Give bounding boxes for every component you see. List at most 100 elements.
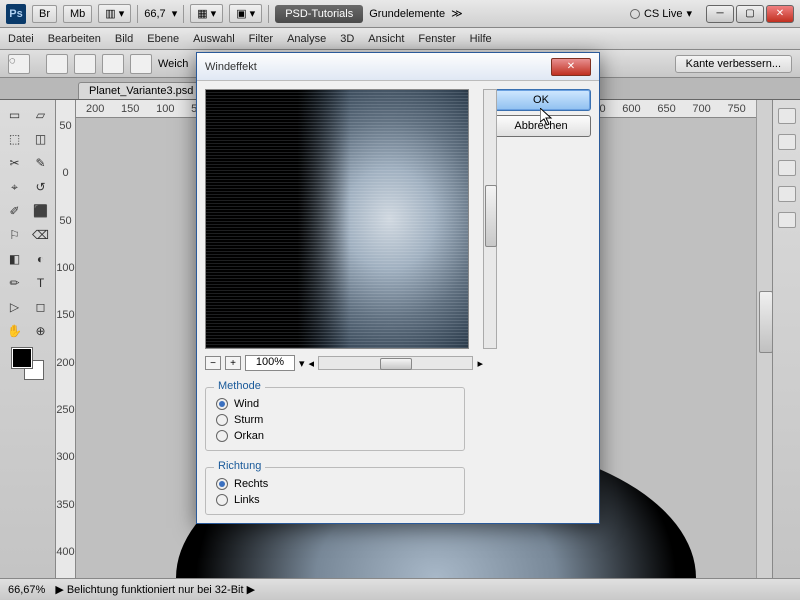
app-logo: Ps: [6, 4, 26, 24]
zoom-out-button[interactable]: −: [205, 356, 221, 370]
selection-intersect[interactable]: [130, 54, 152, 74]
layout-dropdown[interactable]: ▥ ▾: [98, 4, 131, 23]
tool-blur[interactable]: ◧: [3, 248, 27, 270]
dialog-body: − + 100% ▾ ◂ ▸ Methode Wind Sturm Orkan …: [197, 81, 599, 523]
screen-mode-button[interactable]: ▣ ▾: [229, 4, 262, 23]
dialog-close-button[interactable]: ✕: [551, 58, 591, 76]
cs-live-icon: [630, 9, 640, 19]
foreground-color[interactable]: [12, 348, 32, 368]
panel-icon-1[interactable]: [778, 108, 796, 124]
zoom-dropdown-icon[interactable]: ▾: [299, 357, 305, 370]
menu-bar: Datei Bearbeiten Bild Ebene Auswahl Filt…: [0, 28, 800, 50]
zoom-in-button[interactable]: +: [225, 356, 241, 370]
menu-ebene[interactable]: Ebene: [147, 33, 179, 45]
tool-lasso[interactable]: ⬚: [3, 128, 27, 150]
tool-eraser[interactable]: ⚐: [3, 224, 27, 246]
maximize-button[interactable]: ▢: [736, 5, 764, 23]
tool-hand[interactable]: ✋: [3, 320, 27, 342]
workspace-tab-tutorials[interactable]: PSD-Tutorials: [275, 5, 363, 23]
panel-icon-3[interactable]: [778, 160, 796, 176]
ruler-vertical: 50050100150200250300350400: [56, 100, 76, 578]
tool-history-brush[interactable]: ⬛: [29, 200, 53, 222]
cs-live[interactable]: CS Live▾: [630, 7, 692, 20]
menu-bild[interactable]: Bild: [115, 33, 133, 45]
app-bar: Ps Br Mb ▥ ▾ 66,7▾ ▦ ▾ ▣ ▾ PSD-Tutorials…: [0, 0, 800, 28]
radio-sturm[interactable]: Sturm: [216, 412, 454, 428]
menu-auswahl[interactable]: Auswahl: [193, 33, 235, 45]
separator: [183, 5, 184, 23]
canvas-scrollbar-vertical[interactable]: [756, 100, 772, 578]
radio-links[interactable]: Links: [216, 492, 454, 508]
radio-icon: [216, 478, 228, 490]
tool-quickselect[interactable]: ◫: [29, 128, 53, 150]
close-button[interactable]: ✕: [766, 5, 794, 23]
workspace-more[interactable]: ≫: [451, 7, 463, 20]
tool-crop[interactable]: ✂: [3, 152, 27, 174]
tool-path[interactable]: ▷: [3, 296, 27, 318]
zoom-value[interactable]: 100%: [245, 355, 295, 371]
menu-analyse[interactable]: Analyse: [287, 33, 326, 45]
tool-move[interactable]: ▱: [29, 104, 53, 126]
status-zoom[interactable]: 66,67%: [8, 584, 45, 596]
direction-group: Richtung Rechts Links: [205, 467, 465, 515]
tool-stamp[interactable]: ✐: [3, 200, 27, 222]
selection-new[interactable]: [46, 54, 68, 74]
separator: [137, 5, 138, 23]
panel-icon-5[interactable]: [778, 212, 796, 228]
minibridge-button[interactable]: Mb: [63, 5, 92, 23]
status-bar: 66,67% ▶ Belichtung funktioniert nur bei…: [0, 578, 800, 600]
radio-icon: [216, 398, 228, 410]
collapsed-panels: [772, 100, 800, 578]
window-controls: ─ ▢ ✕: [706, 5, 794, 23]
radio-rechts[interactable]: Rechts: [216, 476, 454, 492]
tool-preset-icon[interactable]: ◌: [8, 54, 30, 74]
menu-filter[interactable]: Filter: [249, 33, 273, 45]
preview-zoom-controls: − + 100% ▾ ◂ ▸: [205, 355, 483, 371]
tools-panel: ▭ ▱ ⬚ ◫ ✂ ✎ ⌖ ↺ ✐ ⬛ ⚐ ⌫ ◧ ◐ ✏ T ▷ ◻ ✋ ⊕: [0, 100, 56, 578]
header-zoom[interactable]: 66,7: [144, 8, 165, 20]
preview-scrollbar-vertical[interactable]: [483, 89, 497, 349]
status-message: ▶ Belichtung funktioniert nur bei 32-Bit…: [55, 583, 255, 596]
scroll-right-icon[interactable]: ▸: [477, 357, 483, 370]
arrange-button[interactable]: ▦ ▾: [190, 4, 223, 23]
menu-fenster[interactable]: Fenster: [418, 33, 455, 45]
tool-heal[interactable]: ⌖: [3, 176, 27, 198]
tool-zoom[interactable]: ⊕: [29, 320, 53, 342]
scroll-left-icon[interactable]: ◂: [309, 357, 315, 370]
bridge-button[interactable]: Br: [32, 5, 57, 23]
preview-scrollbar-horizontal[interactable]: [318, 356, 473, 370]
dialog-title: Windeffekt: [205, 61, 257, 73]
selection-add[interactable]: [74, 54, 96, 74]
menu-3d[interactable]: 3D: [340, 33, 354, 45]
menu-bearbeiten[interactable]: Bearbeiten: [48, 33, 101, 45]
preview-streaks: [206, 90, 468, 348]
tool-type[interactable]: T: [29, 272, 53, 294]
tool-brush[interactable]: ↺: [29, 176, 53, 198]
filter-preview[interactable]: [205, 89, 469, 349]
menu-hilfe[interactable]: Hilfe: [470, 33, 492, 45]
tool-shape[interactable]: ◻: [29, 296, 53, 318]
selection-subtract[interactable]: [102, 54, 124, 74]
radio-icon: [216, 494, 228, 506]
tool-gradient[interactable]: ⌫: [29, 224, 53, 246]
radio-wind[interactable]: Wind: [216, 396, 454, 412]
tool-dodge[interactable]: ◐: [29, 248, 53, 270]
menu-datei[interactable]: Datei: [8, 33, 34, 45]
document-tab[interactable]: Planet_Variante3.psd: [78, 82, 204, 99]
dialog-buttons: OK Abbrechen: [491, 89, 591, 515]
refine-edge-button[interactable]: Kante verbessern...: [675, 55, 792, 73]
tool-eyedropper[interactable]: ✎: [29, 152, 53, 174]
panel-icon-4[interactable]: [778, 186, 796, 202]
direction-title: Richtung: [214, 460, 265, 472]
menu-ansicht[interactable]: Ansicht: [368, 33, 404, 45]
panel-icon-2[interactable]: [778, 134, 796, 150]
color-swatches[interactable]: [12, 348, 44, 380]
method-title: Methode: [214, 380, 265, 392]
method-group: Methode Wind Sturm Orkan: [205, 387, 465, 451]
minimize-button[interactable]: ─: [706, 5, 734, 23]
radio-orkan[interactable]: Orkan: [216, 428, 454, 444]
tool-pen[interactable]: ✏: [3, 272, 27, 294]
workspace-tab-grundelemente[interactable]: Grundelemente: [369, 8, 445, 20]
tool-marquee[interactable]: ▭: [3, 104, 27, 126]
dialog-titlebar[interactable]: Windeffekt ✕: [197, 53, 599, 81]
